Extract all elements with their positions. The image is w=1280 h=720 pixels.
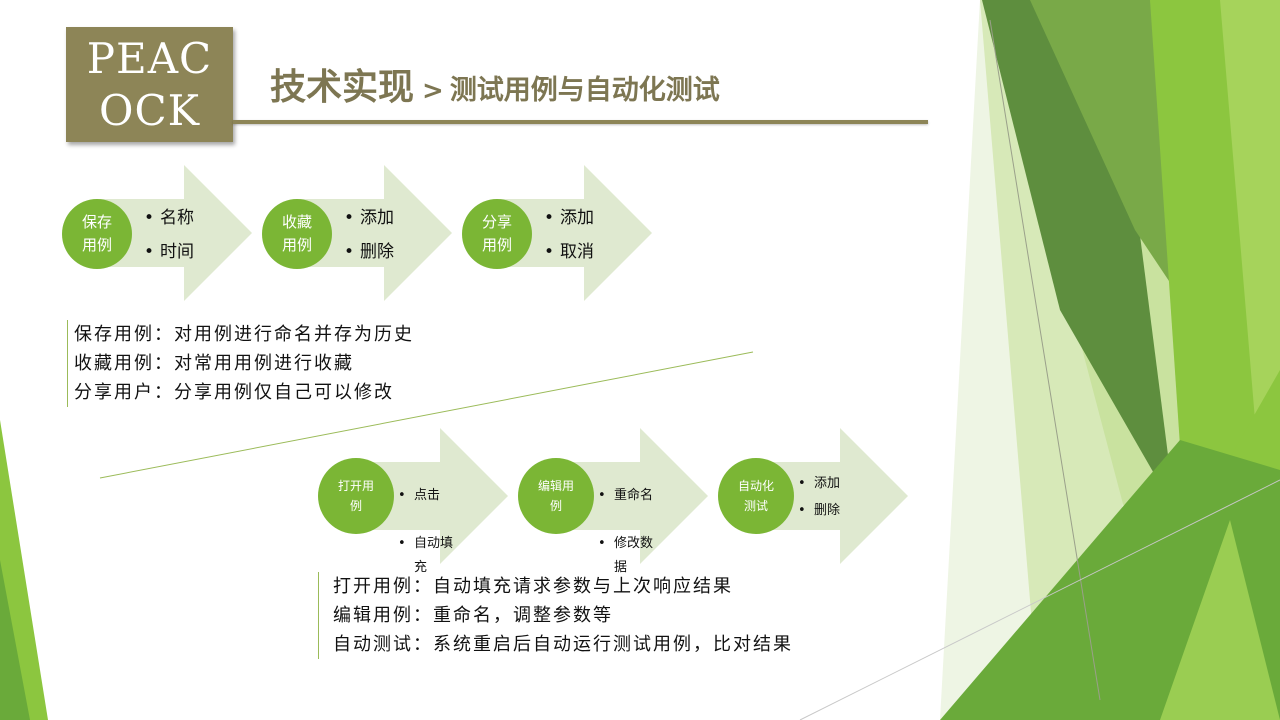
description-line: 编辑用例：重命名，调整参数等	[333, 605, 613, 626]
top-description: 保存用例：对用例进行命名并存为历史 收藏用例：对常用用例进行收藏 分享用户：分享…	[67, 320, 414, 407]
step-open-case: 打开用 例 点击 自动填 充	[318, 428, 510, 575]
bullet-item: 重命名	[598, 484, 653, 508]
step-circle-label: 收藏 用例	[262, 199, 332, 269]
step-circle-label: 分享 用例	[462, 199, 532, 269]
step-edit-case: 编辑用 例 重命名 修改数 据	[518, 428, 710, 575]
description-line: 分享用户：分享用例仅自己可以修改	[74, 382, 394, 403]
step-circle-label: 编辑用 例	[518, 458, 594, 534]
page-title: 技术实现 > 测试用例与自动化测试	[270, 58, 720, 110]
bullet-item: 取消	[544, 235, 594, 269]
step-auto-test: 自动化 测试 添加 删除	[718, 428, 910, 564]
bullet-item: 名称	[144, 201, 194, 235]
title-underline	[233, 120, 928, 124]
step-circle-label: 自动化 测试	[718, 458, 794, 534]
step-share-case: 分享 用例 添加 取消	[462, 165, 654, 301]
bullet-item: 添加	[798, 470, 840, 497]
bottom-description: 打开用例：自动填充请求参数与上次响应结果 编辑用例：重命名，调整参数等 自动测试…	[318, 572, 793, 659]
logo-line-1: PEAC	[86, 33, 213, 83]
bullet-item: 添加	[544, 201, 594, 235]
description-line: 收藏用例：对常用用例进行收藏	[74, 353, 354, 374]
description-line: 保存用例：对用例进行命名并存为历史	[74, 324, 414, 345]
title-subtitle: 测试用例与自动化测试	[449, 75, 720, 106]
step-circle-label: 打开用 例	[318, 458, 394, 534]
description-line: 打开用例：自动填充请求参数与上次响应结果	[333, 576, 733, 597]
description-line: 自动测试：系统重启后自动运行测试用例，比对结果	[333, 634, 793, 655]
logo-line-2: OCK	[99, 85, 200, 135]
peacock-logo: PEAC OCK	[66, 27, 233, 142]
bullet-item: 删除	[344, 235, 394, 269]
title-main: 技术实现	[270, 67, 415, 108]
bullet-item: 添加	[344, 201, 394, 235]
title-separator: >	[422, 76, 444, 106]
bullet-item: 删除	[798, 497, 840, 524]
step-circle-label: 保存 用例	[62, 199, 132, 269]
step-save-case: 保存 用例 名称 时间	[62, 165, 254, 301]
step-favorite-case: 收藏 用例 添加 删除	[262, 165, 454, 301]
bullet-item: 点击	[398, 484, 453, 508]
bullet-item: 时间	[144, 235, 194, 269]
